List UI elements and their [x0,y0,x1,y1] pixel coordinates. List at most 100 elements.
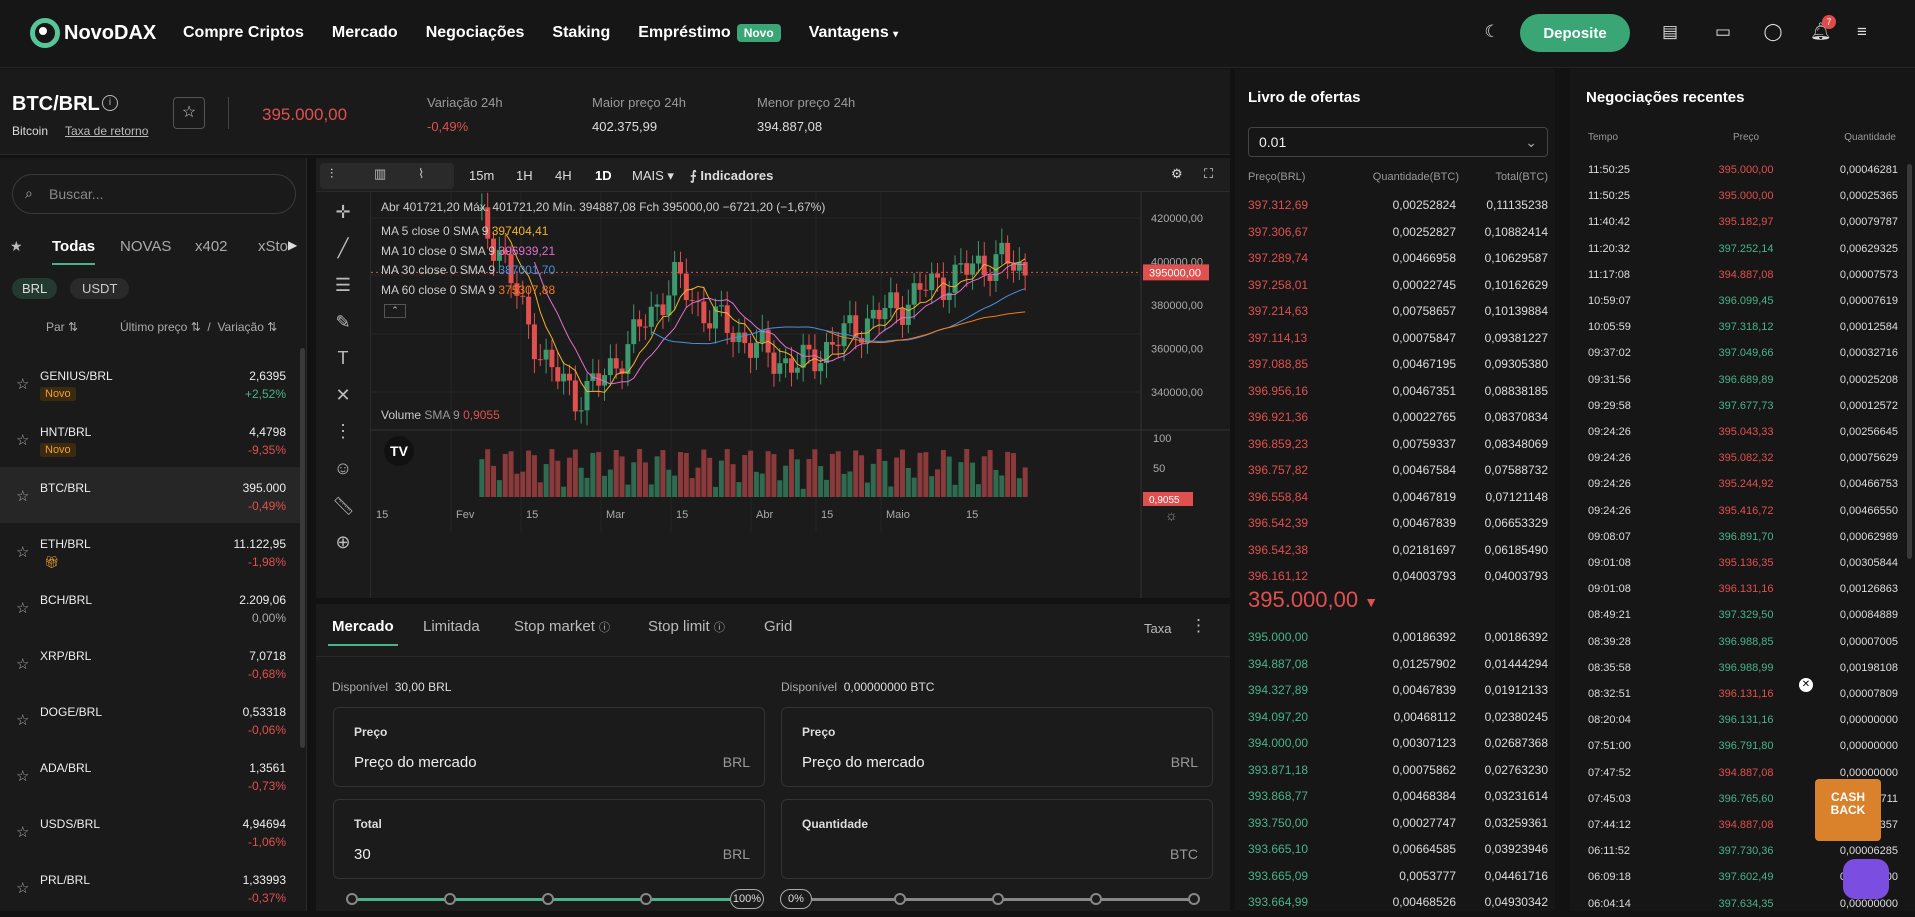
trendline-icon[interactable]: ╱ [332,238,354,260]
fee-link[interactable]: Taxa [1144,621,1171,636]
star-icon[interactable]: ☆ [16,711,29,729]
nav-emprestimo[interactable]: Empréstimo Novo [638,24,781,42]
close-icon[interactable]: ✕ [1799,678,1813,692]
star-icon[interactable]: ☆ [16,543,29,561]
quantity-field[interactable]: Quantidade BTC [781,799,1213,879]
line-chart-icon[interactable]: ⌇ [418,166,424,182]
price-step-select[interactable]: 0.01 ⌄ [1248,127,1548,157]
more-options-icon[interactable]: ⋮ [1190,616,1207,636]
collapse-indicators-icon[interactable]: ⌃ [384,304,406,318]
slider-stop[interactable] [894,893,906,905]
bid-row[interactable]: 393.750,00 0,00027747 0,03259361 [1248,810,1548,836]
tab-stop-market[interactable]: Stop market ⓘ [514,618,610,635]
ask-row[interactable]: 396.161,12 0,04003793 0,04003793 [1248,563,1548,589]
star-icon[interactable]: ☆ [16,599,29,617]
ask-row[interactable]: 396.859,23 0,00759337 0,08348069 [1248,431,1548,457]
market-row[interactable]: ☆ PRL/BRL 1,33993 -0,37% [0,859,300,915]
orders-icon[interactable]: ▤ [1660,22,1680,42]
slider-stop[interactable] [444,893,456,905]
market-row[interactable]: ☆ HNT/BRL 4,4798 -9,35% Novo [0,411,300,467]
pattern-icon[interactable]: ✕ [332,385,354,407]
brand-logo[interactable]: NovoDAX [30,18,156,48]
tab-xsto[interactable]: xSto [258,238,288,255]
settings-gear-icon[interactable]: ⚙ [1171,166,1183,182]
bid-row[interactable]: 394.887,08 0,01257902 0,01444294 [1248,651,1548,677]
candles-icon[interactable]: ⫶ [330,166,333,182]
quote-usdt[interactable]: USDT [70,278,130,299]
favorite-star-icon[interactable]: ☆ [173,97,205,129]
star-icon[interactable]: ☆ [16,767,29,785]
ask-row[interactable]: 397.258,01 0,00022745 0,10162629 [1248,272,1548,298]
rate-link[interactable]: Taxa de retorno [65,124,148,138]
scrollbar[interactable] [300,348,305,748]
buy-slider-track[interactable] [352,898,730,901]
interval-1d[interactable]: 1D [595,168,612,183]
favorites-star-icon[interactable]: ★ [10,238,23,255]
crosshair-icon[interactable]: ✛ [332,202,354,224]
ask-row[interactable]: 397.312,69 0,00252824 0,11135238 [1248,192,1548,218]
market-row[interactable]: ☆ ETH/BRL 11.122,95 -1,98% 🎁︎ [0,523,300,579]
search-input[interactable]: Buscar... [12,174,296,214]
cashback-gift[interactable]: CASH BACK [1815,779,1881,841]
col-pair[interactable]: Par ⇅ [46,320,78,334]
market-row[interactable]: ☆ XRP/BRL 7,0718 -0,68% [0,635,300,691]
fullscreen-icon[interactable]: ⛶ [1204,166,1213,182]
zoom-in-icon[interactable]: ⊕ [332,532,354,554]
bid-row[interactable]: 393.868,77 0,00468384 0,03231614 [1248,783,1548,809]
ask-row[interactable]: 396.542,39 0,00467839 0,06653329 [1248,510,1548,536]
bid-row[interactable]: 394.327,89 0,00467839 0,01912133 [1248,677,1548,703]
ask-row[interactable]: 396.956,16 0,00467351 0,08838185 [1248,378,1548,404]
star-icon[interactable]: ☆ [16,823,29,841]
buy-slider-handle[interactable]: 100% [730,889,764,909]
col-price[interactable]: Último preço ⇅ / Variação ⇅ [120,320,277,334]
tradingview-logo[interactable]: TV [384,436,414,466]
market-row[interactable]: ☆ BTC/BRL 395.000 -0,49% [0,467,300,523]
quote-brl[interactable]: BRL [12,278,58,299]
total-field[interactable]: Total 30 BRL [333,799,765,879]
star-icon[interactable]: ☆ [16,375,29,393]
tab-limitada[interactable]: Limitada [423,618,480,635]
indicators-button[interactable]: ⨍ Indicadores [690,168,773,184]
interval-4h[interactable]: 4H [555,168,572,183]
slider-stop[interactable] [346,893,358,905]
buy-price-field[interactable]: Preço Preço do mercado BRL [333,707,765,787]
chat-support-icon[interactable] [1843,859,1889,899]
info-icon[interactable]: i [102,95,118,111]
nav-negociacoes[interactable]: Negociações [426,24,525,42]
nav-mercado[interactable]: Mercado [332,24,398,42]
nav-compre-criptos[interactable]: Compre Criptos [183,24,304,42]
star-icon[interactable]: ☆ [16,487,29,505]
nav-staking[interactable]: Staking [552,24,610,42]
bid-row[interactable]: 393.664,99 0,00468526 0,04930342 [1248,889,1548,915]
tab-todas[interactable]: Todas [52,238,96,265]
fib-lines-icon[interactable]: ☰ [332,275,354,297]
star-icon[interactable]: ☆ [16,879,29,897]
bid-row[interactable]: 395.000,00 0,00186392 0,00186392 [1248,624,1548,650]
star-icon[interactable]: ☆ [16,431,29,449]
text-icon[interactable]: T [332,348,354,370]
brush-icon[interactable]: ✎ [332,312,354,334]
ask-row[interactable]: 396.542,38 0,02181697 0,06185490 [1248,537,1548,563]
bars-icon[interactable]: ▥ [374,166,386,182]
slider-stop[interactable] [1090,893,1102,905]
tab-stop-limit[interactable]: Stop limit ⓘ [648,618,725,635]
deposit-button[interactable]: Deposite [1520,14,1630,52]
star-icon[interactable]: ☆ [16,655,29,673]
tab-grid[interactable]: Grid [764,618,792,635]
tabs-scroll-right-icon[interactable]: ▶ [288,238,297,252]
wallet-icon[interactable]: ▭ [1713,22,1733,42]
ask-row[interactable]: 396.558,84 0,00467819 0,07121148 [1248,484,1548,510]
ask-row[interactable]: 397.289,74 0,00466958 0,10629587 [1248,245,1548,271]
market-row[interactable]: ☆ GENIUS/BRL 2,6395 +2,52% Novo [0,355,300,411]
interval-15m[interactable]: 15m [469,168,494,183]
ruler-icon[interactable]: 📏︎ [332,496,355,518]
bid-row[interactable]: 394.000,00 0,00307123 0,02687368 [1248,730,1548,756]
market-row[interactable]: ☆ BCH/BRL 2.209,06 0,00% [0,579,300,635]
market-row[interactable]: ☆ USDS/BRL 4,94694 -1,06% [0,803,300,859]
ask-row[interactable]: 396.757,82 0,00467584 0,07588732 [1248,457,1548,483]
ask-row[interactable]: 397.114,13 0,00075847 0,09381227 [1248,325,1548,351]
tab-novas[interactable]: NOVAS [120,238,171,255]
interval-1h[interactable]: 1H [516,168,533,183]
bid-row[interactable]: 393.665,10 0,00664585 0,03923946 [1248,836,1548,862]
moon-icon[interactable]: ☾ [1482,22,1502,42]
